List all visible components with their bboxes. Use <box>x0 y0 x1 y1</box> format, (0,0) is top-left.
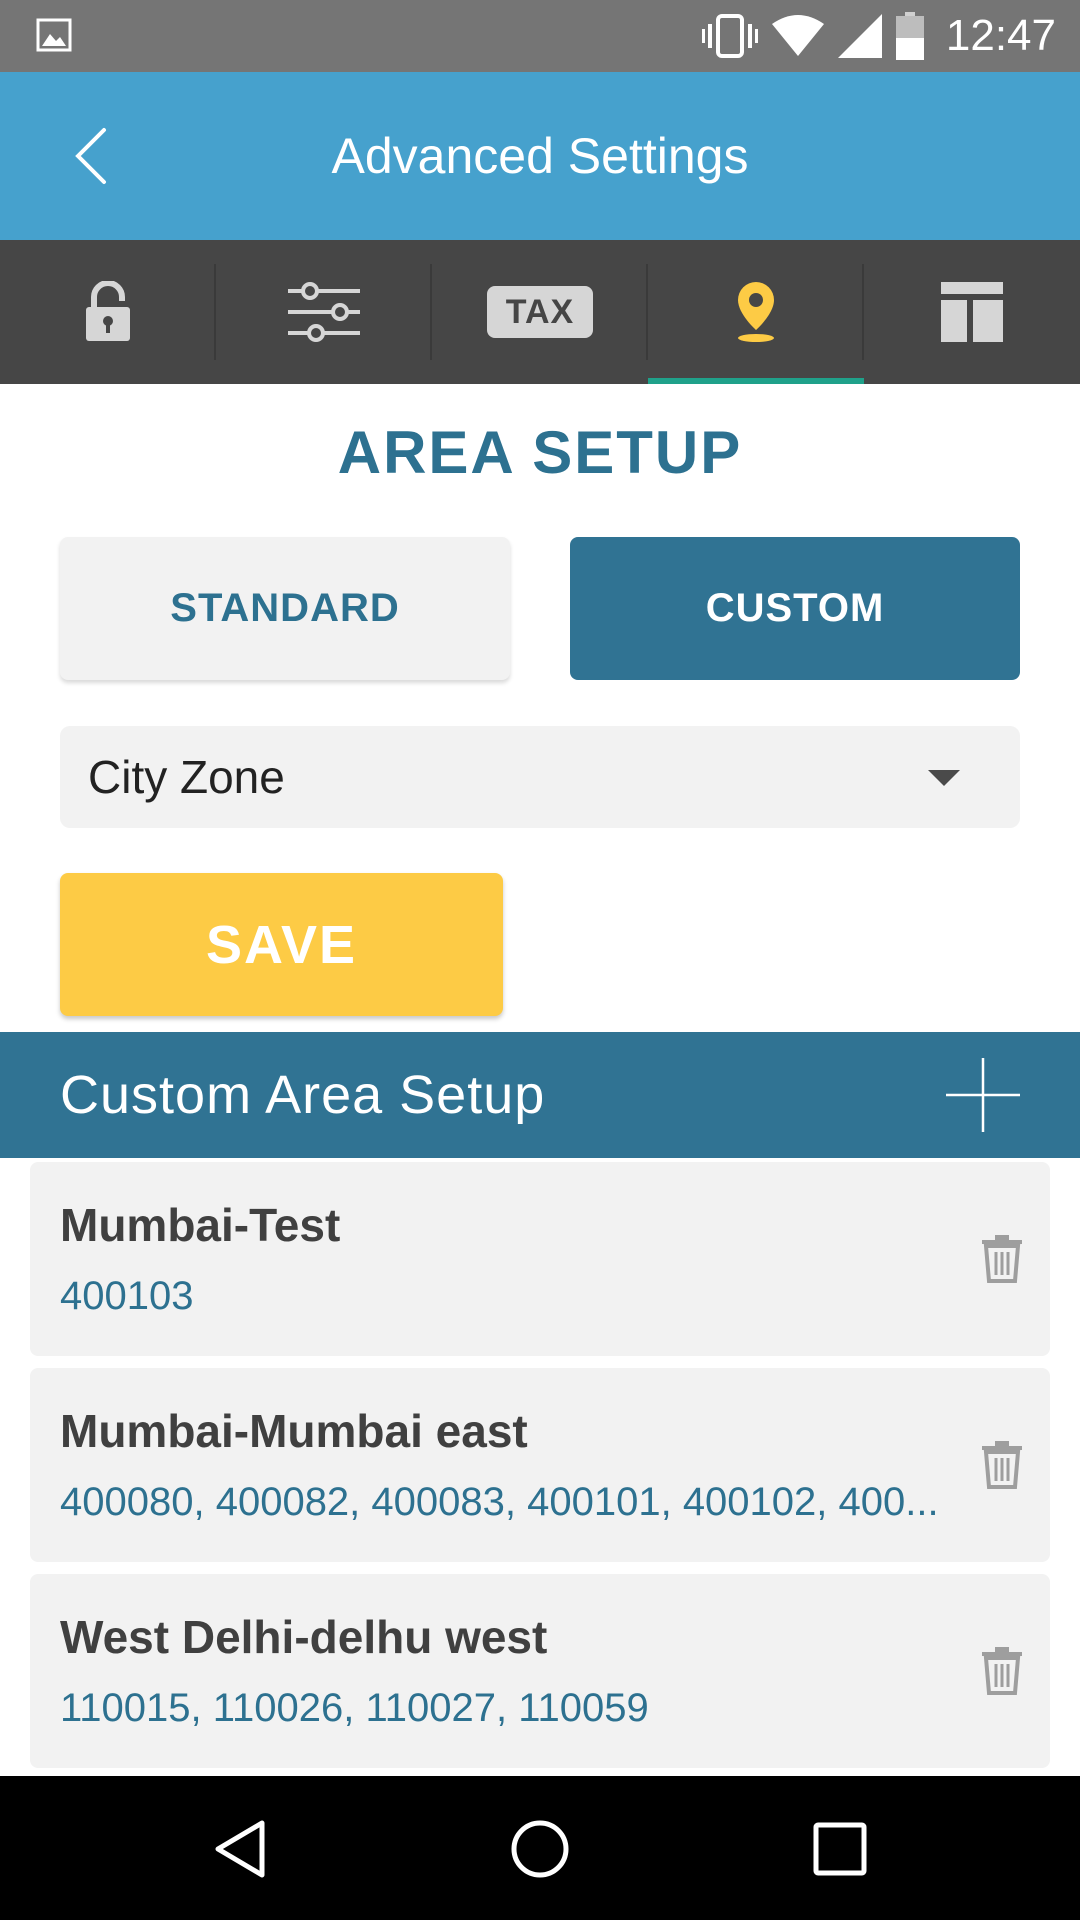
area-name: Mumbai-Mumbai east <box>60 1405 528 1457</box>
list-item[interactable]: Mumbai-Test 400103 <box>30 1162 1050 1356</box>
status-icons: 12:47 <box>701 0 1056 72</box>
list-item[interactable]: West Delhi-delhu west 110015, 110026, 11… <box>30 1574 1050 1768</box>
area-name: Mumbai-Test <box>60 1199 341 1251</box>
image-icon <box>36 18 72 52</box>
vibrate-icon <box>701 14 758 58</box>
custom-area-list: Mumbai-Test 400103 Mumbai-Mumbai east 40… <box>30 1162 1050 1780</box>
tab-location[interactable] <box>648 240 864 384</box>
tab-sliders[interactable] <box>216 240 432 384</box>
wifi-icon <box>771 15 824 56</box>
custom-area-header: Custom Area Setup <box>0 1032 1080 1158</box>
back-triangle-icon <box>215 1820 265 1878</box>
trash-icon[interactable] <box>982 1647 1022 1695</box>
location-pin-icon <box>738 282 774 342</box>
area-pincodes: 400080, 400082, 400083, 400101, 400102, … <box>60 1480 939 1524</box>
list-item[interactable]: Mumbai-Mumbai east 400080, 400082, 40008… <box>30 1368 1050 1562</box>
standard-button[interactable]: STANDARD <box>60 537 510 680</box>
area-pincodes: 400103 <box>60 1274 194 1318</box>
trash-icon[interactable] <box>982 1441 1022 1489</box>
trash-icon[interactable] <box>982 1235 1022 1283</box>
caret-down-icon <box>928 770 960 786</box>
nav-back-button[interactable] <box>195 1804 285 1894</box>
nav-home-button[interactable] <box>495 1804 585 1894</box>
system-nav-bar <box>0 1776 1080 1920</box>
tax-badge: TAX <box>487 286 593 338</box>
tab-lock[interactable] <box>0 240 216 384</box>
home-circle-icon <box>511 1820 569 1878</box>
tab-layout[interactable] <box>864 240 1080 384</box>
settings-tab-bar: TAX <box>0 240 1080 384</box>
area-pincodes: 110015, 110026, 110027, 110059 <box>60 1686 649 1730</box>
status-bar: 12:47 <box>0 0 1080 72</box>
signal-icon <box>837 14 882 58</box>
zone-dropdown-value: City Zone <box>88 751 285 803</box>
zone-dropdown[interactable]: City Zone <box>60 726 1020 828</box>
plus-icon[interactable] <box>946 1058 1020 1132</box>
status-time: 12:47 <box>945 11 1056 60</box>
layout-icon <box>941 282 1003 342</box>
tab-tax[interactable]: TAX <box>432 240 648 384</box>
sliders-icon <box>288 282 360 342</box>
nav-recents-button[interactable] <box>795 1804 885 1894</box>
active-tab-indicator <box>648 378 864 384</box>
unlock-icon <box>86 281 130 341</box>
area-name: West Delhi-delhu west <box>60 1611 548 1663</box>
custom-area-title: Custom Area Setup <box>60 1065 546 1125</box>
custom-button[interactable]: CUSTOM <box>570 537 1020 680</box>
save-button[interactable]: SAVE <box>60 873 503 1016</box>
screen: 12:47 Advanced Settings TAX AREA SETUP S… <box>0 0 1080 1920</box>
recents-square-icon <box>813 1822 867 1876</box>
area-setup-title: AREA SETUP <box>337 419 743 486</box>
app-bar: Advanced Settings <box>0 72 1080 240</box>
page-title: Advanced Settings <box>331 128 749 184</box>
battery-icon <box>895 12 924 60</box>
